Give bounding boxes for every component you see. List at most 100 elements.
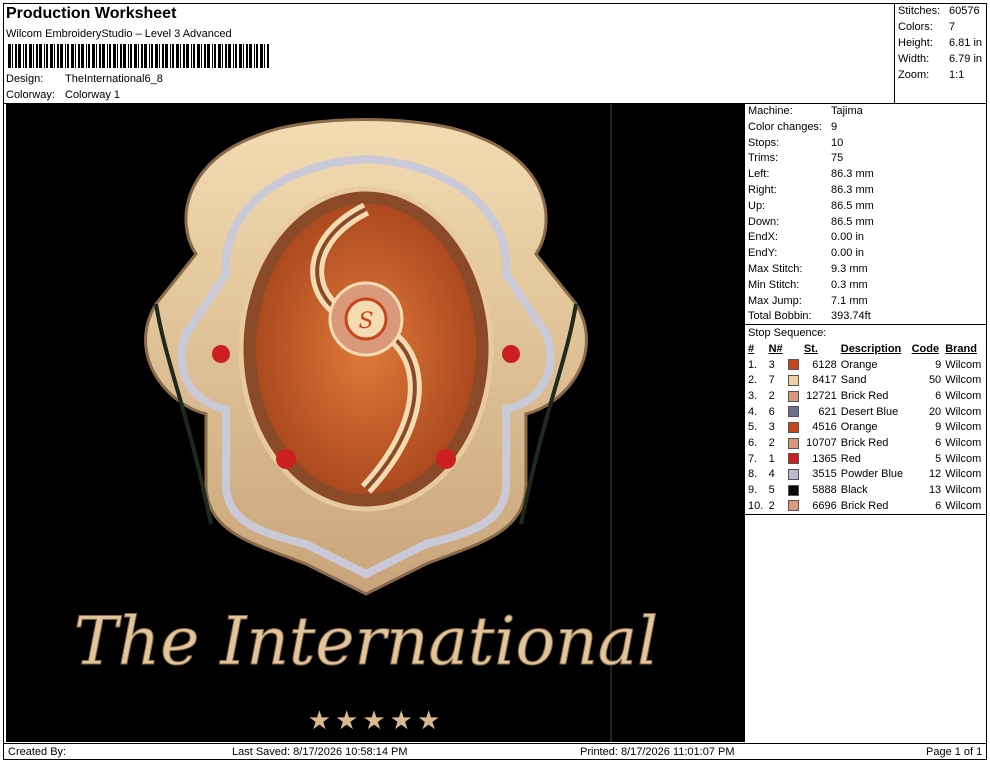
stitch-count: 12721 bbox=[806, 389, 837, 402]
stop-row: 1. 3 6128 Orange 9 Wilcom bbox=[746, 357, 986, 373]
barcode-bar bbox=[159, 44, 160, 68]
machine-info-label: Total Bobbin: bbox=[748, 310, 812, 323]
stop-row: 7. 1 1365 Red 5 Wilcom bbox=[746, 451, 986, 467]
width-value: 6.79 in bbox=[949, 53, 983, 65]
barcode-bar bbox=[138, 44, 139, 68]
needle-number: 2 bbox=[768, 499, 775, 512]
machine-info-value: 7.1 mm bbox=[831, 294, 868, 307]
thread-brand: Wilcom bbox=[945, 452, 982, 465]
machine-info-label: EndX: bbox=[748, 231, 778, 244]
stitches-value: 60576 bbox=[949, 5, 980, 17]
stitch-count: 3515 bbox=[812, 468, 837, 481]
created-by: Created By: bbox=[8, 746, 67, 758]
barcode-bar bbox=[264, 44, 265, 68]
red-dot bbox=[502, 345, 520, 363]
barcode-bar bbox=[130, 44, 132, 68]
barcode-bar bbox=[191, 44, 192, 68]
needle-number: 5 bbox=[768, 484, 775, 497]
needle-number: 6 bbox=[768, 405, 775, 418]
needle-number: 4 bbox=[768, 468, 775, 481]
barcode-bar bbox=[260, 44, 263, 68]
barcode-bar bbox=[102, 44, 105, 68]
thread-code: 20 bbox=[928, 405, 942, 418]
height-value: 6.81 in bbox=[949, 37, 983, 49]
barcode-bar bbox=[67, 44, 69, 68]
stitches-label: Stitches: bbox=[898, 5, 941, 17]
barcode-bar bbox=[81, 44, 84, 68]
stop-row: 2. 7 8417 Sand 50 Wilcom bbox=[746, 372, 986, 388]
col-needle: N# bbox=[768, 342, 783, 355]
barcode-bar bbox=[141, 44, 143, 68]
barcode-bar bbox=[197, 44, 200, 68]
stop-row: 8. 4 3515 Powder Blue 12 Wilcom bbox=[746, 467, 986, 483]
stitch-count: 10707 bbox=[806, 436, 837, 449]
barcode-bar bbox=[75, 44, 76, 68]
barcode-bar bbox=[201, 44, 202, 68]
design-preview: S The International ★★★★★ bbox=[6, 104, 745, 742]
color-swatch bbox=[786, 372, 802, 388]
thread-description: Brick Red bbox=[840, 436, 889, 449]
thread-color-swatch bbox=[787, 453, 799, 465]
thread-color-swatch bbox=[787, 437, 799, 449]
barcode-bar bbox=[109, 44, 111, 68]
stitch-count: 5888 bbox=[812, 484, 837, 497]
color-swatch bbox=[786, 451, 802, 467]
machine-info-value: 0.00 in bbox=[831, 247, 865, 260]
barcode-bar bbox=[214, 44, 216, 68]
barcode-bar bbox=[113, 44, 116, 68]
stop-row: 9. 5 5888 Black 13 Wilcom bbox=[746, 482, 986, 498]
svg-text:S: S bbox=[358, 309, 373, 334]
barcode-bar bbox=[176, 44, 179, 68]
barcode-bar bbox=[239, 44, 242, 68]
machine-info-label: Color changes: bbox=[748, 120, 822, 133]
needle-number: 2 bbox=[768, 436, 775, 449]
zoom-value: 1:1 bbox=[949, 69, 965, 81]
stop-index: 7. bbox=[748, 452, 758, 465]
worksheet-title: Production Worksheet bbox=[6, 5, 177, 22]
machine-info-label: Max Stitch: bbox=[748, 263, 803, 275]
stitch-count: 1365 bbox=[812, 452, 837, 465]
machine-info-label: Max Jump: bbox=[748, 294, 802, 307]
needle-number: 7 bbox=[768, 374, 775, 387]
barcode-bar bbox=[172, 44, 174, 68]
red-dot bbox=[212, 345, 230, 363]
color-swatch bbox=[786, 498, 802, 514]
barcode-bar bbox=[8, 44, 11, 68]
thread-code: 6 bbox=[935, 389, 942, 402]
barcode-bar bbox=[46, 44, 48, 68]
stop-index: 3. bbox=[748, 389, 758, 402]
stitch-count: 6128 bbox=[812, 358, 837, 371]
machine-info-label: Right: bbox=[748, 184, 777, 196]
barcode-bar bbox=[267, 44, 269, 68]
barcode-bar bbox=[25, 44, 27, 68]
embroidery-design: S The International ★★★★★ bbox=[73, 104, 659, 742]
barcode-bar bbox=[249, 44, 252, 68]
printed-date: Printed: 8/17/2026 11:01:07 PM bbox=[580, 746, 735, 758]
stitch-count: 8417 bbox=[812, 374, 837, 387]
stitch-count: 6696 bbox=[812, 499, 837, 512]
thread-color-swatch bbox=[787, 484, 799, 496]
barcode-bar bbox=[50, 44, 53, 68]
colors-value: 7 bbox=[949, 21, 956, 33]
stop-sequence-heading: Stop Sequence: bbox=[748, 327, 827, 339]
machine-info-value: 9.3 mm bbox=[831, 263, 868, 275]
thread-brand: Wilcom bbox=[945, 436, 982, 449]
machine-info-label: Machine: bbox=[748, 105, 793, 117]
barcode-bar bbox=[117, 44, 118, 68]
thread-brand: Wilcom bbox=[945, 499, 982, 512]
stop-row: 3. 2 12721 Brick Red 6 Wilcom bbox=[746, 388, 986, 404]
stop-index: 10. bbox=[748, 499, 764, 512]
barcode-bar bbox=[180, 44, 181, 68]
barcode-bar bbox=[128, 44, 129, 68]
thread-color-swatch bbox=[787, 468, 799, 480]
barcode-bar bbox=[96, 44, 97, 68]
barcode-bar bbox=[256, 44, 258, 68]
barcode-bar bbox=[107, 44, 108, 68]
stars: ★★★★★ bbox=[308, 706, 445, 736]
thread-color-swatch bbox=[787, 500, 799, 512]
needle-number: 3 bbox=[768, 421, 775, 434]
barcode-bar bbox=[222, 44, 223, 68]
zoom-label: Zoom: bbox=[898, 69, 930, 81]
thread-code: 13 bbox=[928, 484, 942, 497]
machine-info-value: Tajima bbox=[831, 105, 863, 117]
